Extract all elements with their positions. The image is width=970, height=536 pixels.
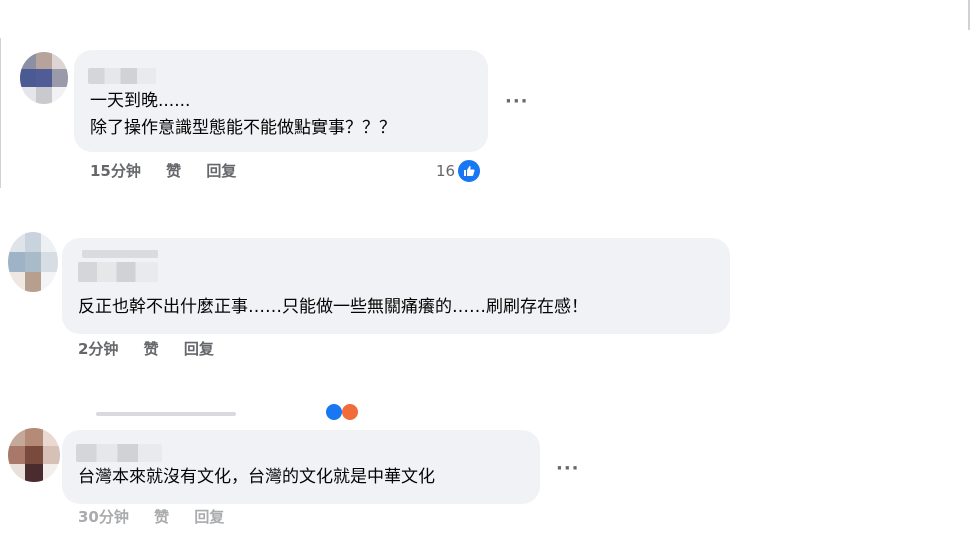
avatar[interactable] (8, 428, 60, 482)
reaction-summary[interactable]: 16 (436, 158, 483, 184)
comment-text: 台灣本來就沒有文化，台灣的文化就是中華文化 (78, 467, 435, 487)
reply-button[interactable]: 回复 (184, 338, 214, 359)
author-name[interactable] (78, 262, 158, 282)
comment-actions: 30分钟 赞 回复 (78, 506, 244, 527)
timestamp[interactable]: 15分钟 (90, 160, 141, 181)
comment-text: 一天到晚...... 除了操作意識型態能不能做點實事？？？ (90, 91, 396, 138)
author-badge (82, 250, 158, 258)
author-name[interactable] (76, 444, 162, 462)
hidden-actions-row (96, 412, 236, 416)
comment-2: 反正也幹不出什麼正事……只能做一些無關痛癢的……刷刷存在感！ 2分钟 赞 回复 (0, 200, 970, 380)
like-button[interactable]: 赞 (166, 160, 181, 181)
like-button[interactable]: 赞 (144, 338, 159, 359)
comment-text: 反正也幹不出什麼正事……只能做一些無關痛癢的……刷刷存在感！ (78, 297, 588, 317)
like-reaction-icon (326, 404, 342, 420)
reaction-count: 16 (436, 162, 456, 180)
reply-button[interactable]: 回复 (206, 160, 236, 181)
angry-reaction-icon (342, 404, 358, 420)
timestamp[interactable]: 30分钟 (78, 506, 129, 527)
ellipsis-icon[interactable]: ··· (556, 460, 580, 478)
comment-3: 台灣本來就沒有文化，台灣的文化就是中華文化 ··· 30分钟 赞 回复 (0, 420, 970, 536)
comment-actions: 15分钟 赞 回复 (90, 160, 256, 181)
avatar[interactable] (8, 232, 58, 292)
ellipsis-icon[interactable]: ··· (505, 93, 529, 111)
avatar[interactable] (20, 52, 68, 104)
comment-1: 一天到晚...... 除了操作意識型態能不能做點實事？？？ ··· 15分钟 赞… (0, 0, 970, 200)
reply-button[interactable]: 回复 (194, 506, 224, 527)
author-name[interactable] (88, 68, 156, 84)
like-button[interactable]: 赞 (154, 506, 169, 527)
thumbs-up-icon (456, 158, 483, 184)
comment-actions: 2分钟 赞 回复 (78, 338, 234, 359)
timestamp[interactable]: 2分钟 (78, 338, 118, 359)
